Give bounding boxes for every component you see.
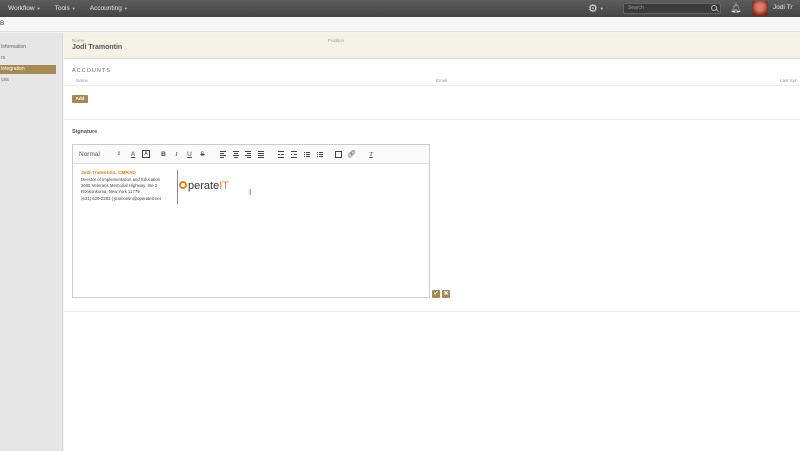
format-select[interactable]: Normal ⇕ <box>79 150 121 159</box>
settings-gear-button[interactable]: ⚙ ▼ <box>588 2 610 15</box>
clear-format-icon[interactable]: T <box>367 150 375 159</box>
menu-tools[interactable]: Tools ▼ <box>55 5 76 12</box>
sidebar-item-label: Information <box>1 44 27 50</box>
user-name[interactable]: Jodi Tr <box>773 4 793 11</box>
menu-accounting-label: Accounting <box>89 5 122 12</box>
bullet-list-icon[interactable] <box>316 151 323 158</box>
signature-editor[interactable]: Normal ⇕ A A B I U S 🔗︎ T Jodi Tramontin… <box>72 144 430 298</box>
menu-workflow-label: Workflow <box>8 5 35 12</box>
gear-icon: ⚙ <box>588 3 598 15</box>
accounts-title: ACCOUNTS <box>72 68 111 74</box>
avatar[interactable] <box>752 1 768 16</box>
chevron-down-icon: ▼ <box>123 6 128 11</box>
position-label: Position <box>328 38 345 43</box>
align-left-icon[interactable] <box>219 151 226 158</box>
column-header-name: Name <box>76 78 89 83</box>
divider <box>64 311 800 312</box>
bell-icon[interactable]: 🔔︎ <box>730 3 741 13</box>
editor-toolbar: Normal ⇕ A A B I U S 🔗︎ T <box>73 145 429 164</box>
breadcrumb: B <box>0 20 5 27</box>
close-icon: ✖ <box>443 291 449 297</box>
chevron-down-icon: ▼ <box>71 6 76 11</box>
sidebar-item-label: rs <box>1 55 6 61</box>
sidebar-item-integration[interactable]: Integration <box>0 65 56 74</box>
search-input[interactable]: Search <box>623 3 721 14</box>
signature-divider <box>177 170 178 204</box>
outdent-icon[interactable] <box>277 151 284 158</box>
logo-text: perate <box>188 180 220 192</box>
bold-icon[interactable]: B <box>160 150 167 159</box>
font-color-icon[interactable]: A <box>129 150 137 159</box>
text-cursor-icon: I <box>249 188 252 197</box>
sidebar-item-label: Integration <box>1 66 25 72</box>
signature-title: Signature <box>72 129 98 135</box>
menu-accounting[interactable]: Accounting ▼ <box>90 5 128 12</box>
signature-content: Jodi Tramontin, CMRAD Director of Implem… <box>81 171 161 202</box>
profile-name: Jodi Tramontin <box>72 44 123 51</box>
menu-workflow[interactable]: Workflow ▼ <box>8 5 41 12</box>
signature-contact-line: (631) 629-2283 | jtramontin@operateit.ne… <box>81 195 162 201</box>
search-placeholder: Search <box>628 5 644 11</box>
ordered-list-icon[interactable] <box>303 151 310 158</box>
indent-icon[interactable] <box>290 151 297 158</box>
sidebar-item-information[interactable]: Information <box>0 43 56 52</box>
align-right-icon[interactable] <box>244 151 251 158</box>
format-select-value: Normal <box>79 151 100 158</box>
sidebar-item-rs[interactable]: rs <box>0 54 56 63</box>
sidebar: Information rs Integration ces <box>0 33 63 451</box>
column-header-email: Email <box>436 78 448 83</box>
italic-icon[interactable]: I <box>173 150 180 159</box>
save-signature-button[interactable]: ✔ <box>432 290 440 298</box>
logo-o-mark <box>179 181 187 189</box>
link-icon[interactable]: 🔗︎ <box>347 150 356 159</box>
divider <box>64 119 800 120</box>
search-icon[interactable] <box>711 5 717 11</box>
checkmark-icon: ✔ <box>433 291 439 297</box>
profile-header: Name Jodi Tramontin Position <box>64 33 800 59</box>
divider <box>64 85 800 86</box>
align-justify-icon[interactable] <box>257 151 264 158</box>
add-account-button[interactable]: Add <box>72 95 88 103</box>
chevron-down-icon: ▼ <box>599 6 604 11</box>
underline-icon[interactable]: U <box>186 150 193 159</box>
operateit-logo: perateIT <box>179 180 229 192</box>
align-center-icon[interactable] <box>232 151 239 158</box>
background-color-icon[interactable]: A <box>142 150 150 159</box>
chevron-down-icon: ▼ <box>36 6 41 11</box>
select-arrows-icon: ⇕ <box>116 151 121 157</box>
strikethrough-icon[interactable]: S <box>199 150 206 159</box>
breadcrumb-strip: B <box>0 17 800 32</box>
column-header-last-sync: Last Syn <box>780 78 798 83</box>
main-content: Name Jodi Tramontin Position ACCOUNTS Na… <box>64 33 800 451</box>
menu-tools-label: Tools <box>54 5 70 12</box>
image-icon[interactable] <box>335 151 342 158</box>
name-label: Name <box>72 38 85 43</box>
sidebar-item-label: ces <box>1 77 9 83</box>
sidebar-item-ces[interactable]: ces <box>0 76 56 85</box>
logo-accent-text: IT <box>219 180 229 192</box>
cancel-signature-button[interactable]: ✖ <box>442 290 450 298</box>
